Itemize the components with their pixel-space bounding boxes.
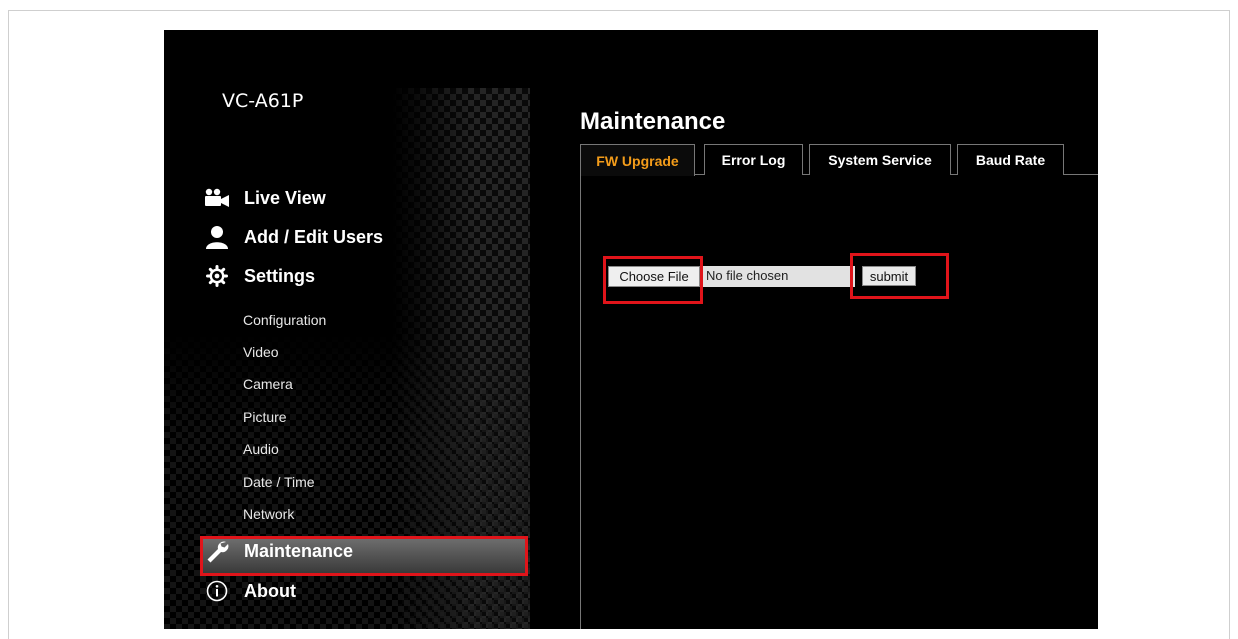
device-model: VC-A61P: [222, 90, 304, 112]
camera-web-ui: VC-A61P Live View Add / Edit Users Setti…: [164, 30, 1098, 629]
sidebar-subitem-video[interactable]: Video: [243, 344, 279, 360]
user-icon: [204, 225, 230, 249]
sidebar-subitem-network[interactable]: Network: [243, 506, 294, 522]
sidebar-item-users[interactable]: Add / Edit Users: [204, 222, 383, 252]
sidebar-item-label: Settings: [244, 265, 316, 286]
sidebar-subitem-camera[interactable]: Camera: [243, 376, 293, 392]
sidebar-item-about[interactable]: About: [204, 576, 296, 606]
tab-system-service[interactable]: System Service: [809, 144, 951, 175]
page-title: Maintenance: [580, 108, 726, 135]
tab-error-log[interactable]: Error Log: [704, 144, 803, 175]
file-status: No file chosen: [706, 268, 789, 283]
tab-baud-rate[interactable]: Baud Rate: [957, 144, 1064, 175]
video-camera-icon: [204, 186, 230, 210]
sidebar-item-settings[interactable]: Settings: [204, 261, 315, 291]
info-icon: [204, 579, 230, 603]
submit-button[interactable]: submit: [862, 266, 916, 286]
sidebar-subitem-configuration[interactable]: Configuration: [243, 312, 326, 328]
sidebar-item-label: About: [244, 580, 296, 601]
tab-panel: [580, 174, 1098, 629]
tab-fw-upgrade[interactable]: FW Upgrade: [580, 144, 695, 176]
sidebar-subitem-date-time[interactable]: Date / Time: [243, 474, 315, 490]
sidebar-item-label: Live View: [244, 187, 326, 208]
choose-file-button[interactable]: Choose File: [608, 266, 700, 287]
sidebar-item-live-view[interactable]: Live View: [204, 183, 326, 213]
gear-icon: [204, 264, 230, 288]
sidebar: VC-A61P Live View Add / Edit Users Setti…: [164, 30, 530, 629]
file-input[interactable]: Choose File No file chosen: [608, 266, 855, 287]
sidebar-item-label: Add / Edit Users: [244, 226, 384, 247]
sidebar-subitem-picture[interactable]: Picture: [243, 409, 287, 425]
sidebar-item-label: Maintenance: [244, 540, 354, 561]
sidebar-subitem-audio[interactable]: Audio: [243, 441, 279, 457]
sidebar-item-maintenance[interactable]: Maintenance: [204, 536, 353, 566]
wrench-icon: [204, 539, 230, 563]
main-content: Maintenance FW Upgrade Error Log System …: [580, 30, 1098, 629]
